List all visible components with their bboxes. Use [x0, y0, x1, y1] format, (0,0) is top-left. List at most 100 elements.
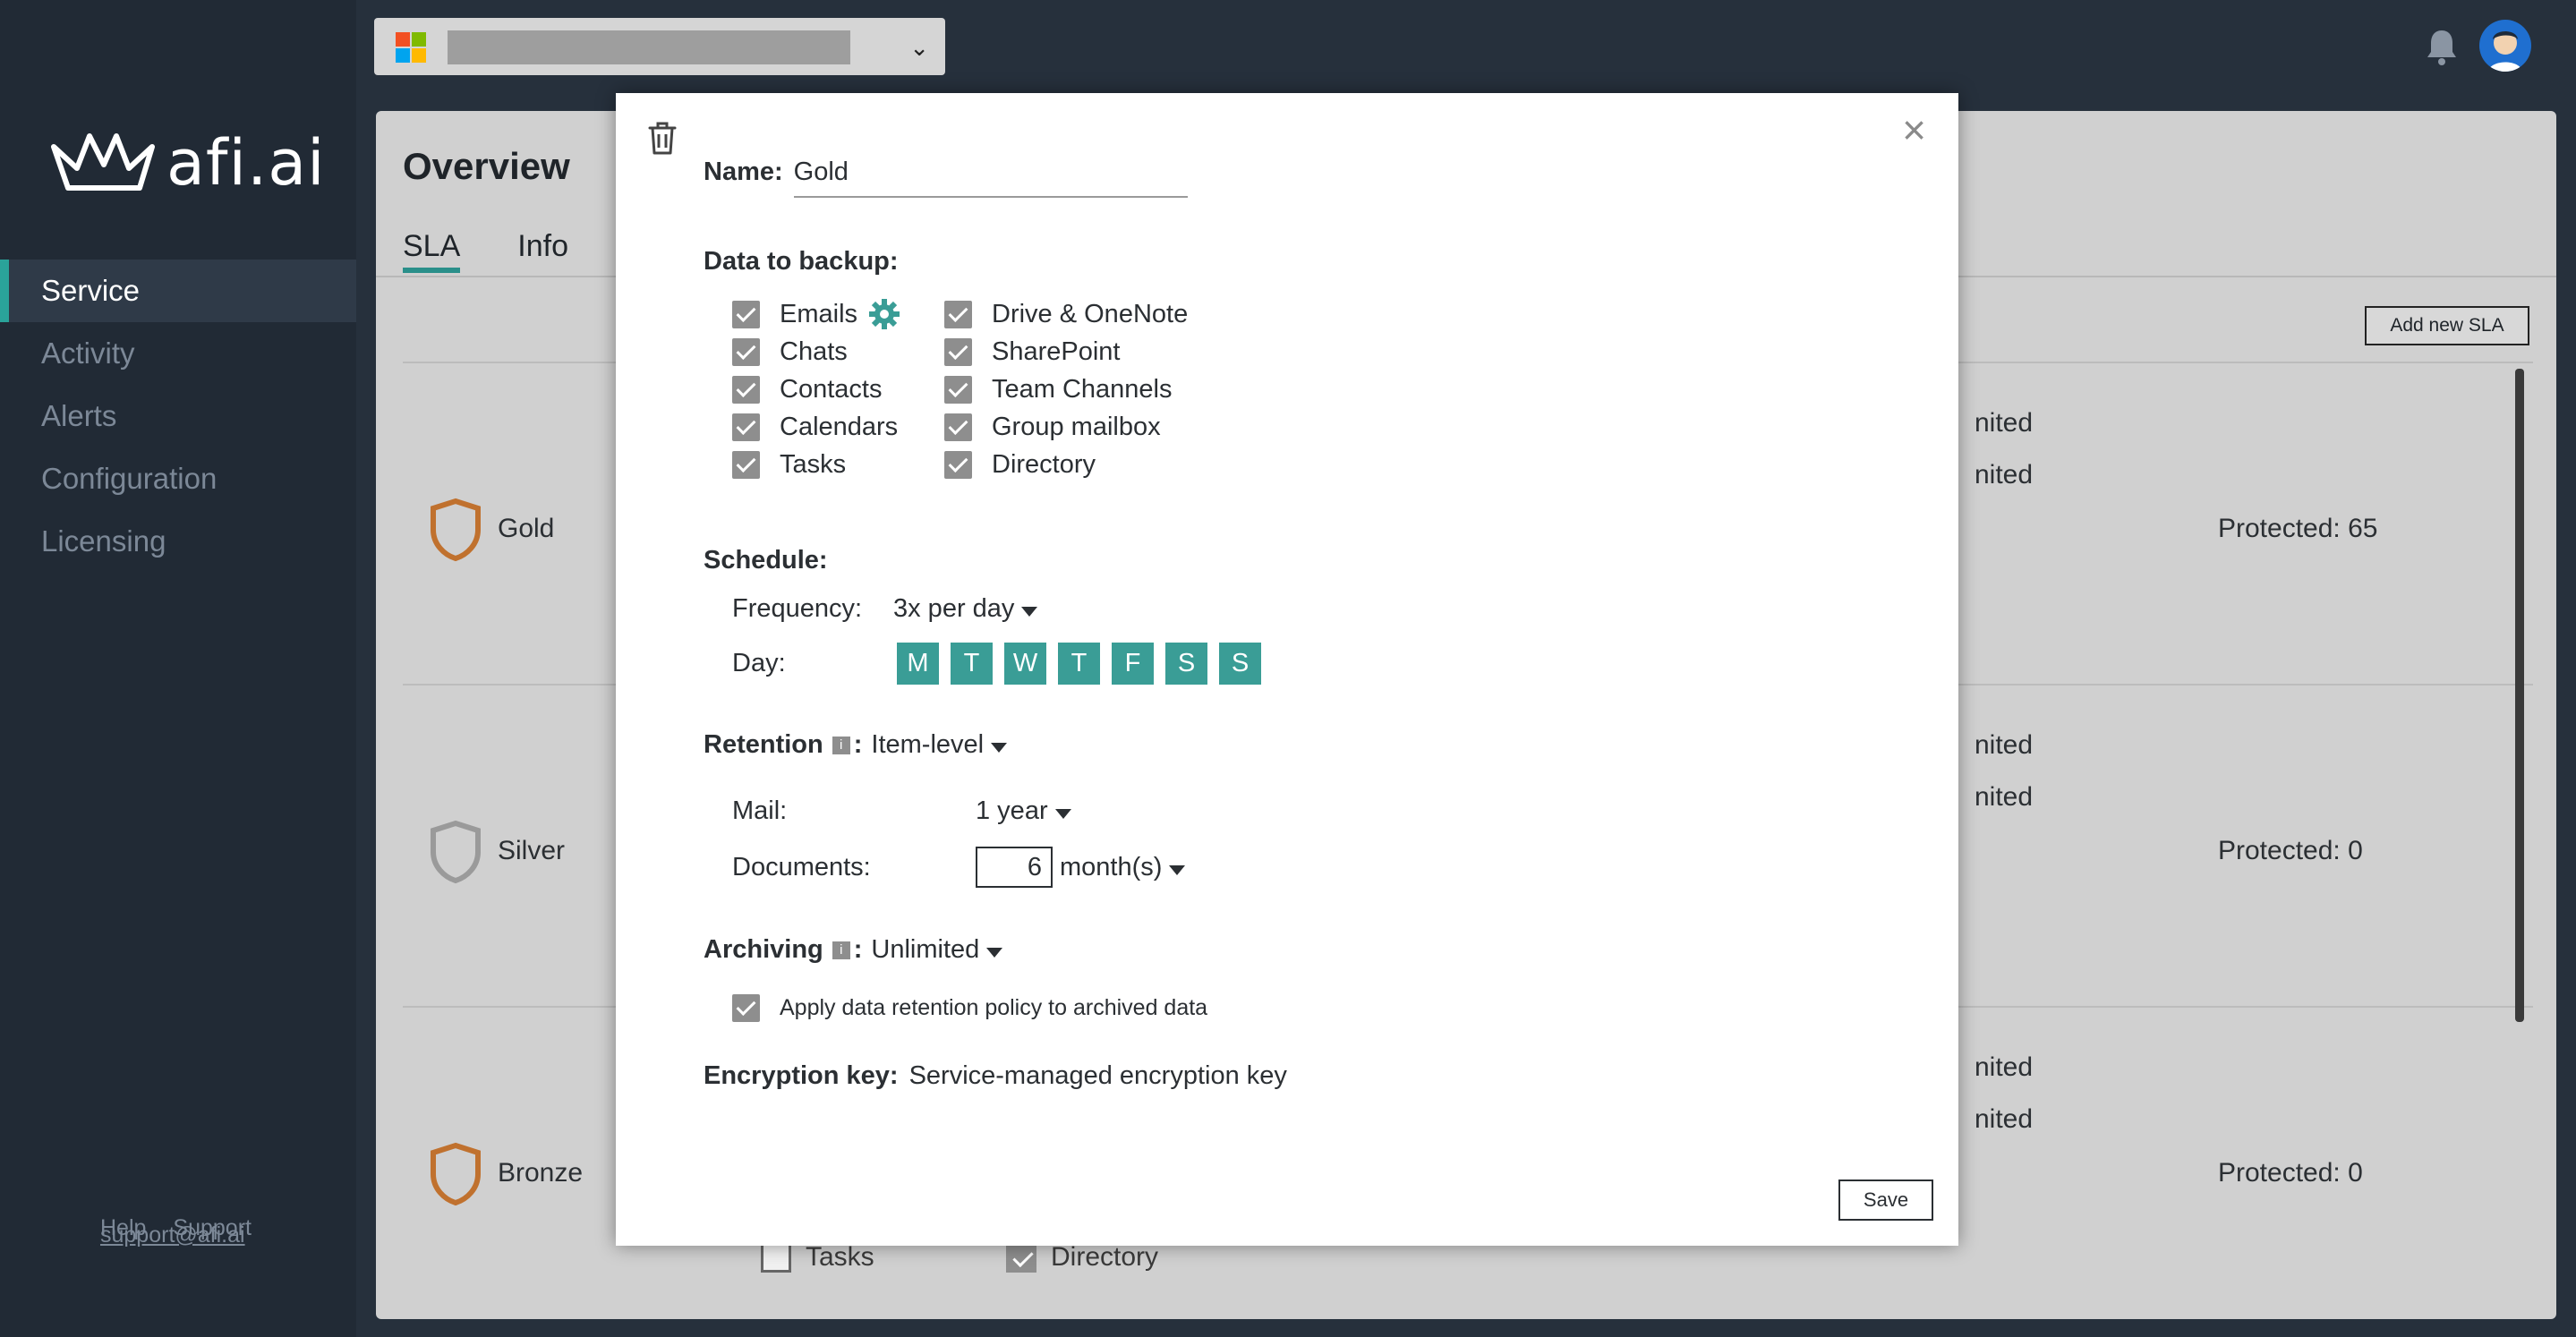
mail-retention-dropdown[interactable]: 1 year: [976, 796, 1071, 826]
documents-unit-value: month(s): [1060, 852, 1163, 881]
frequency-dropdown[interactable]: 3x per day: [893, 594, 1038, 624]
bronze-directory-checkbox[interactable]: Directory: [1006, 1242, 1158, 1273]
shield-icon: [431, 1142, 481, 1206]
sidebar-item-licensing[interactable]: Licensing: [0, 510, 356, 573]
checkbox-label: Tasks: [806, 1242, 874, 1272]
info-icon[interactable]: i: [832, 941, 850, 959]
apply-policy-checkbox[interactable]: Apply data retention policy to archived …: [732, 989, 1207, 1026]
caret-down-icon: [991, 743, 1008, 753]
scrollbar[interactable]: [2515, 369, 2524, 1022]
overview-tabs: SLA Info: [403, 229, 568, 273]
day-tuesday-toggle[interactable]: T: [951, 643, 993, 685]
checkbox-checked: [732, 375, 760, 404]
directory-checkbox[interactable]: Directory: [944, 446, 1188, 483]
tenant-selector[interactable]: ⌄: [374, 18, 945, 75]
checkbox-label: Emails: [780, 299, 858, 328]
checkbox-checked: [732, 450, 760, 479]
chevron-down-icon: ⌄: [909, 34, 929, 61]
sidebar-item-activity[interactable]: Activity: [0, 322, 356, 385]
archiving-colon: :: [853, 935, 863, 964]
page-title: Overview: [403, 145, 570, 187]
checkbox-label: Chats: [780, 336, 848, 366]
checkbox-checked: [1006, 1242, 1036, 1273]
chats-checkbox[interactable]: Chats: [732, 333, 900, 370]
drive-onenote-checkbox[interactable]: Drive & OneNote: [944, 295, 1188, 333]
checkbox-checked: [944, 375, 972, 404]
user-avatar-icon[interactable]: [2479, 20, 2531, 72]
checkbox-label: Directory: [992, 449, 1096, 479]
archiving-value: Unlimited: [871, 935, 980, 964]
documents-unit-dropdown[interactable]: month(s): [1060, 852, 1186, 882]
frequency-row: Frequency: 3x per day: [732, 594, 1038, 624]
documents-label: Documents:: [732, 852, 871, 881]
sidebar-item-configuration[interactable]: Configuration: [0, 447, 356, 510]
checkbox-checked: [944, 300, 972, 328]
trash-icon[interactable]: [646, 120, 678, 156]
sla-protected-count: Protected: 0: [2218, 1158, 2363, 1188]
name-row: Name:: [704, 154, 1188, 198]
team-channels-checkbox[interactable]: Team Channels: [944, 370, 1188, 408]
checkbox-checked: [944, 413, 972, 441]
save-button[interactable]: Save: [1838, 1179, 1933, 1221]
bell-icon[interactable]: [2424, 27, 2460, 66]
encryption-row: Encryption key: Service-managed encrypti…: [704, 1061, 1287, 1091]
day-selector: M T W T F S S: [897, 643, 1261, 685]
checkbox-checked: [732, 413, 760, 441]
checkbox-checked: [944, 337, 972, 366]
tenant-name-redacted: [448, 30, 850, 64]
sla-limit-text: nited: [1975, 1052, 2034, 1082]
sla-name: Gold: [498, 514, 555, 543]
documents-retention-input[interactable]: [976, 847, 1053, 888]
tab-info[interactable]: Info: [517, 229, 568, 273]
retention-value: Item-level: [871, 730, 985, 759]
help-link[interactable]: Help: [100, 1215, 146, 1241]
day-label: Day:: [732, 649, 786, 677]
day-sunday-toggle[interactable]: S: [1219, 643, 1261, 685]
day-friday-toggle[interactable]: F: [1112, 643, 1154, 685]
emails-checkbox[interactable]: Emails: [732, 295, 900, 333]
afi-logo[interactable]: afi.ai: [50, 125, 326, 200]
contacts-checkbox[interactable]: Contacts: [732, 370, 900, 408]
sla-protected-count: Protected: 65: [2218, 514, 2378, 543]
sidebar-item-alerts[interactable]: Alerts: [0, 385, 356, 447]
sla-limit-text: nited: [1975, 782, 2034, 812]
calendars-checkbox[interactable]: Calendars: [732, 408, 900, 446]
shield-icon: [431, 498, 481, 562]
caret-down-icon: [986, 948, 1003, 958]
logo-text: afi.ai: [166, 126, 326, 200]
add-new-sla-button[interactable]: Add new SLA: [2365, 306, 2529, 345]
checkbox-label: Group mailbox: [992, 412, 1161, 441]
name-input[interactable]: [793, 154, 1188, 198]
close-icon[interactable]: ×: [1902, 109, 1926, 150]
day-wednesday-toggle[interactable]: W: [1004, 643, 1046, 685]
microsoft-logo-icon: [396, 32, 426, 63]
checkbox-label: SharePoint: [992, 336, 1121, 366]
sidebar-item-service[interactable]: Service: [0, 260, 356, 322]
day-thursday-toggle[interactable]: T: [1058, 643, 1100, 685]
sidebar: afi.ai Service Activity Alerts Configura…: [0, 0, 356, 1337]
sla-limit-text: nited: [1975, 1104, 2034, 1134]
sharepoint-checkbox[interactable]: SharePoint: [944, 333, 1188, 370]
support-link[interactable]: Support: [173, 1215, 252, 1241]
caret-down-icon: [1054, 809, 1071, 819]
archiving-dropdown[interactable]: Unlimited: [871, 935, 1003, 965]
backup-options-right: Drive & OneNote SharePoint Team Channels…: [944, 295, 1188, 483]
bronze-tasks-checkbox[interactable]: Tasks: [761, 1242, 874, 1273]
gear-icon[interactable]: [868, 298, 900, 330]
info-icon[interactable]: i: [832, 736, 850, 754]
retention-row: Retention i : Item-level: [704, 730, 1008, 760]
caret-down-icon: [1021, 607, 1038, 617]
name-label: Name:: [704, 158, 783, 186]
tab-sla[interactable]: SLA: [403, 229, 461, 273]
checkbox-label: Drive & OneNote: [992, 299, 1189, 328]
tasks-checkbox[interactable]: Tasks: [732, 446, 900, 483]
shield-icon: [431, 820, 481, 884]
group-mailbox-checkbox[interactable]: Group mailbox: [944, 408, 1188, 446]
sla-limit-text: nited: [1975, 730, 2034, 760]
backup-section-label: Data to backup:: [704, 247, 899, 276]
encryption-label: Encryption key:: [704, 1061, 899, 1090]
frequency-label: Frequency:: [732, 594, 863, 623]
day-monday-toggle[interactable]: M: [897, 643, 939, 685]
day-saturday-toggle[interactable]: S: [1165, 643, 1207, 685]
retention-dropdown[interactable]: Item-level: [871, 730, 1008, 760]
